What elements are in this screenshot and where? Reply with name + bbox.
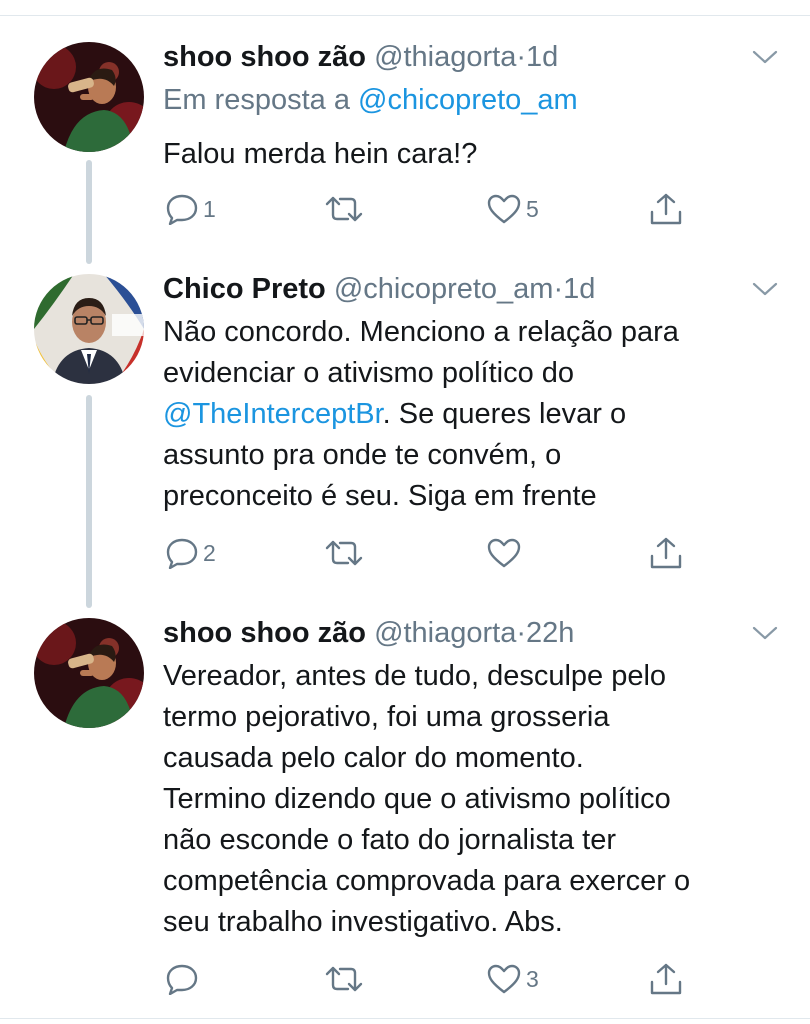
display-name[interactable]: shoo shoo zão: [163, 617, 366, 649]
display-name[interactable]: shoo shoo zão: [163, 41, 366, 73]
heart-icon: [487, 538, 521, 568]
like-button[interactable]: 3: [486, 963, 539, 995]
profile-photo-performer-icon: [34, 618, 144, 728]
separator-dot: ·: [553, 273, 564, 305]
tweet-text-line: assunto pra onde te convém, o: [163, 439, 562, 471]
reply-to-link[interactable]: @chicopreto_am: [358, 84, 578, 116]
reply-prefix: Em resposta a: [163, 84, 350, 116]
reply-button[interactable]: 2: [165, 537, 216, 569]
reply-button[interactable]: [165, 963, 203, 995]
retweet-button[interactable]: [324, 195, 364, 223]
reply-count: 1: [203, 196, 216, 222]
tweet-header: Chico Preto @chicopreto_am·1d: [163, 272, 595, 306]
heart-icon: [487, 964, 521, 994]
share-button[interactable]: [648, 536, 684, 570]
user-handle[interactable]: @thiagorta: [374, 617, 516, 649]
tweet-text-line: @TheInterceptBr. Se queres levar o: [163, 394, 679, 435]
avatar[interactable]: [34, 618, 144, 728]
timestamp[interactable]: 1d: [563, 273, 595, 305]
separator-dot: ·: [516, 41, 527, 73]
tweet-text-segment: . Se queres levar o: [382, 398, 627, 430]
profile-photo-performer-icon: [34, 42, 144, 152]
heart-icon: [487, 194, 521, 224]
tweet-text-line: Vereador, antes de tudo, desculpe pelo: [163, 660, 667, 692]
tweet-text-line: Termino dizendo que o ativismo político: [163, 783, 671, 815]
like-count: 5: [526, 196, 539, 222]
retweet-icon: [325, 540, 363, 566]
bottom-divider: [0, 1018, 810, 1019]
like-button[interactable]: 5: [486, 193, 539, 225]
tweet-text-line: Falou merda hein cara!?: [163, 138, 478, 170]
reply-button[interactable]: 1: [165, 193, 216, 225]
tweet-text: Não concordo. Menciono a relação para ev…: [163, 312, 679, 517]
timestamp[interactable]: 1d: [526, 41, 558, 73]
chevron-down-icon[interactable]: [752, 625, 778, 641]
avatar[interactable]: [34, 42, 144, 152]
user-handle[interactable]: @chicopreto_am: [334, 273, 554, 305]
reply-icon: [166, 964, 198, 995]
share-button[interactable]: [648, 192, 684, 226]
reply-icon: [166, 194, 198, 225]
user-handle[interactable]: @thiagorta: [374, 41, 516, 73]
avatar[interactable]: [34, 274, 144, 384]
like-button[interactable]: [486, 537, 526, 569]
chevron-down-icon[interactable]: [752, 49, 778, 65]
tweet-text-line: evidenciar o ativismo político do: [163, 357, 575, 389]
thread-connector: [86, 160, 92, 264]
share-icon: [650, 193, 682, 225]
share-icon: [650, 963, 682, 995]
tweet-text-line: causada pelo calor do momento.: [163, 742, 584, 774]
profile-photo-man-suit-icon: [34, 274, 144, 384]
retweet-button[interactable]: [324, 965, 364, 993]
retweet-button[interactable]: [324, 539, 364, 567]
tweet-text-line: competência comprovada para exercer o: [163, 865, 691, 897]
separator-dot: ·: [516, 617, 527, 649]
display-name[interactable]: Chico Preto: [163, 273, 326, 305]
reply-context: Em resposta a @chicopreto_am: [163, 83, 578, 117]
retweet-icon: [325, 966, 363, 992]
chevron-down-icon[interactable]: [752, 281, 778, 297]
share-icon: [650, 537, 682, 569]
tweet-text: Falou merda hein cara!?: [163, 134, 477, 175]
tweet-header: shoo shoo zão @thiagorta·1d: [163, 40, 558, 74]
tweet-text-line: não esconde o fato do jornalista ter: [163, 824, 617, 856]
tweet-header: shoo shoo zão @thiagorta·22h: [163, 616, 574, 650]
thread-connector: [86, 395, 92, 608]
reply-icon: [166, 538, 198, 569]
tweet-text-line: termo pejorativo, foi uma grosseria: [163, 701, 610, 733]
reply-count: 2: [203, 540, 216, 566]
tweet-text-line: Não concordo. Menciono a relação para: [163, 316, 679, 348]
timestamp[interactable]: 22h: [526, 617, 574, 649]
tweet-text-line: preconceito é seu. Siga em frente: [163, 480, 597, 512]
top-divider: [0, 15, 810, 16]
retweet-icon: [325, 196, 363, 222]
like-count: 3: [526, 966, 539, 992]
tweet-text: Vereador, antes de tudo, desculpe pelo t…: [163, 656, 690, 943]
mention-link[interactable]: @TheInterceptBr: [163, 398, 383, 430]
tweet-text-line: seu trabalho investigativo. Abs.: [163, 906, 563, 938]
share-button[interactable]: [648, 962, 684, 996]
